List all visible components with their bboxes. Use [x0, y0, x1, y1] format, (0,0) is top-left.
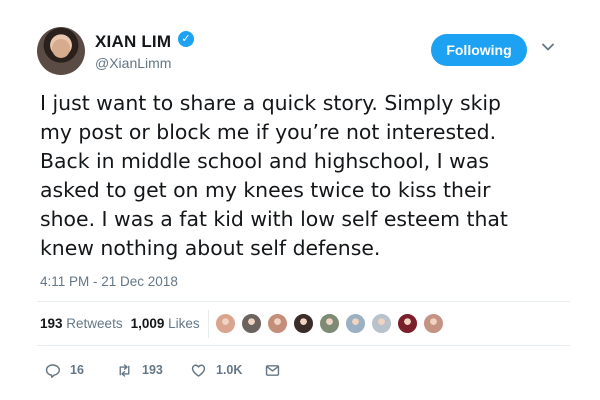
author-name[interactable]: XIAN LIM — [95, 32, 171, 52]
reply-count: 16 — [70, 363, 84, 377]
retweet-button[interactable]: 193 — [116, 360, 163, 380]
divider — [208, 310, 209, 338]
avatar[interactable] — [37, 27, 85, 75]
liker-avatar[interactable] — [293, 313, 314, 334]
retweets-count: 193 — [40, 316, 63, 331]
like-count: 1.0K — [216, 363, 243, 377]
liker-avatar[interactable] — [215, 313, 236, 334]
divider — [37, 345, 570, 346]
heart-icon — [191, 364, 206, 377]
liker-avatar[interactable] — [345, 313, 366, 334]
liker-avatar[interactable] — [397, 313, 418, 334]
divider — [37, 301, 570, 302]
liker-avatar[interactable] — [241, 313, 262, 334]
engagement-stats: 193 Retweets 1,009 Likes — [40, 316, 200, 331]
verified-icon: ✓ — [178, 31, 194, 47]
retweets-stat[interactable]: 193 Retweets — [40, 316, 123, 331]
tweet-card: XIAN LIM ✓ @XianLimm Following I just wa… — [0, 0, 600, 400]
liker-avatar[interactable] — [267, 313, 288, 334]
following-button[interactable]: Following — [431, 34, 527, 66]
like-button[interactable]: 1.0K — [190, 360, 242, 380]
retweets-label: Retweets — [66, 316, 123, 331]
tweet-text: I just want to share a quick story. Simp… — [40, 91, 508, 260]
likes-stat[interactable]: 1,009 Likes — [131, 316, 200, 331]
envelope-icon — [265, 364, 280, 376]
likes-count: 1,009 — [130, 316, 165, 331]
retweet-count: 193 — [142, 363, 163, 377]
tweet-actions: 16 193 1.0K — [0, 360, 600, 380]
author-handle[interactable]: @XianLimm — [95, 55, 171, 71]
chevron-down-icon[interactable] — [540, 39, 556, 55]
tweet-timestamp[interactable]: 4:11 PM - 21 Dec 2018 — [40, 274, 178, 289]
liker-avatar[interactable] — [423, 313, 444, 334]
reply-button[interactable]: 16 — [44, 360, 84, 380]
reply-icon — [45, 363, 61, 378]
liker-avatar[interactable] — [371, 313, 392, 334]
retweet-icon — [119, 363, 130, 377]
liker-avatar[interactable] — [319, 313, 340, 334]
likes-label: Likes — [168, 316, 200, 331]
direct-message-button[interactable] — [264, 360, 290, 380]
